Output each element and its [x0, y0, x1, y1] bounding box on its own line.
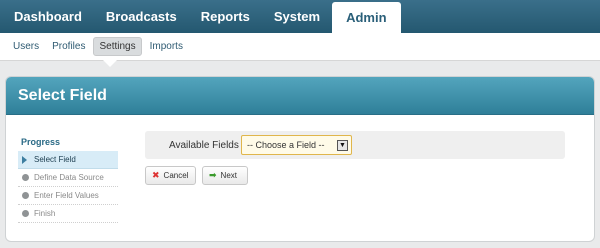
step-label: Enter Field Values	[34, 191, 99, 200]
arrow-right-icon	[22, 155, 29, 164]
cancel-label: Cancel	[163, 171, 189, 180]
progress-sidebar: Progress Select Field Define Data Source…	[18, 137, 118, 223]
tab-broadcasts[interactable]: Broadcasts	[94, 0, 189, 33]
page-title: Select Field	[18, 87, 107, 104]
progress-step-enter-field-values: Enter Field Values	[18, 187, 118, 205]
panel-header: Select Field	[6, 77, 594, 115]
step-label: Define Data Source	[34, 173, 104, 182]
tab-admin[interactable]: Admin	[332, 2, 401, 33]
subnav-settings[interactable]: Settings	[93, 37, 142, 56]
tab-system[interactable]: System	[262, 0, 332, 33]
sub-navigation: Users Profiles Settings Imports	[0, 33, 600, 61]
subnav-profiles[interactable]: Profiles	[47, 38, 90, 55]
field-select[interactable]: -- Choose a Field -- ▼	[241, 135, 352, 155]
bullet-icon	[22, 210, 29, 217]
arrow-right-icon: ➡	[209, 170, 217, 180]
progress-step-select-field: Select Field	[18, 151, 118, 169]
subnav-users[interactable]: Users	[8, 38, 44, 55]
select-field-panel: Select Field Progress Select Field Defin…	[5, 76, 595, 242]
next-label: Next	[220, 171, 237, 180]
next-button[interactable]: ➡ Next	[202, 166, 248, 185]
progress-title: Progress	[21, 137, 61, 147]
progress-step-finish: Finish	[18, 205, 118, 223]
available-fields-label: Available Fields	[169, 139, 239, 151]
cancel-button[interactable]: ✖ Cancel	[145, 166, 196, 185]
chevron-down-icon[interactable]: ▼	[337, 139, 348, 151]
step-label: Select Field	[34, 155, 76, 164]
field-select-value: -- Choose a Field --	[247, 140, 325, 150]
subnav-imports[interactable]: Imports	[145, 38, 188, 55]
bullet-icon	[22, 174, 29, 181]
tab-reports[interactable]: Reports	[189, 0, 262, 33]
available-fields-row: Available Fields -- Choose a Field -- ▼	[145, 131, 565, 159]
progress-step-define-data-source: Define Data Source	[18, 169, 118, 187]
top-navigation: Dashboard Broadcasts Reports System Admi…	[0, 0, 600, 33]
bullet-icon	[22, 192, 29, 199]
step-label: Finish	[34, 209, 56, 218]
close-icon: ✖	[152, 170, 160, 180]
subnav-pointer	[103, 60, 117, 67]
tab-dashboard[interactable]: Dashboard	[0, 0, 94, 33]
